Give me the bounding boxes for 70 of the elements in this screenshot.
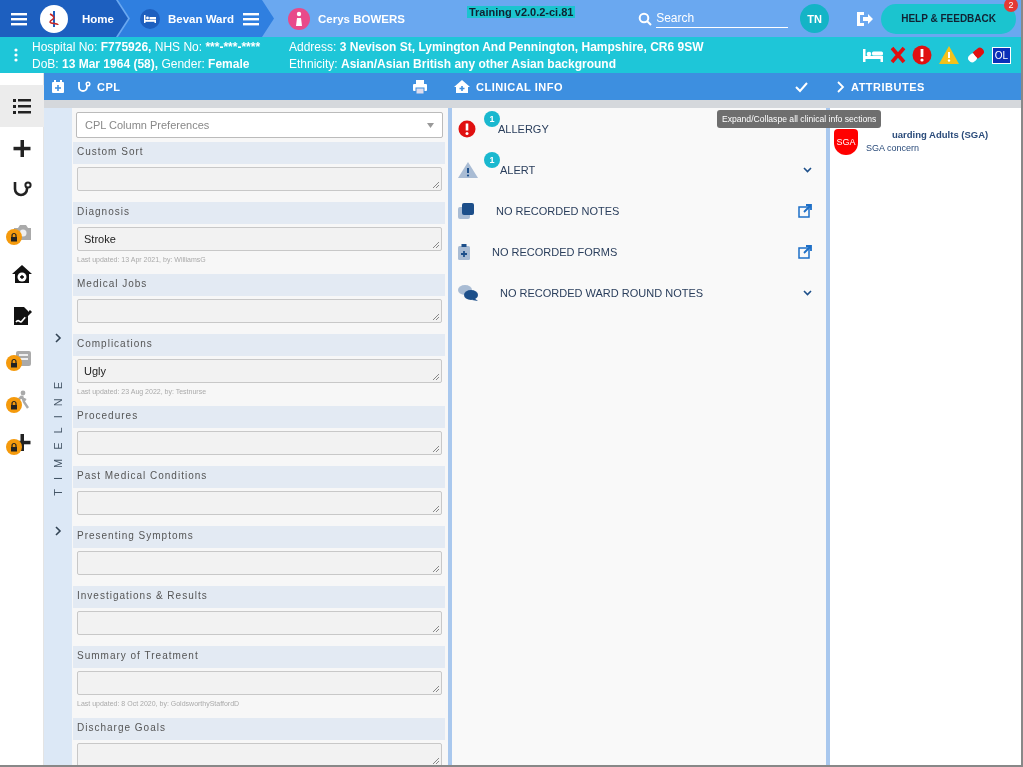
- notification-badge: 2: [1004, 0, 1018, 12]
- section-label: Summary of Treatment: [73, 646, 445, 668]
- logout-icon[interactable]: [855, 9, 874, 28]
- attribute-subtitle: SGA concern: [866, 143, 921, 153]
- warning-icon: [458, 160, 478, 179]
- attribute-title[interactable]: uarding Adults (SGA): [892, 129, 989, 140]
- version-label: Training v2.0.2-ci.81: [466, 6, 576, 18]
- patient-detail: DoB: 13 Mar 1964 (58), Gender: Female: [32, 56, 251, 71]
- chevron-right-icon[interactable]: [54, 333, 62, 343]
- section-label: Complications: [73, 334, 445, 356]
- panel-title: CLINICAL INFO: [476, 80, 563, 93]
- section-label: Procedures: [73, 406, 445, 428]
- section-label: Diagnosis: [73, 202, 445, 224]
- chevron-down-icon[interactable]: [803, 166, 812, 173]
- calendar-plus-icon[interactable]: [51, 79, 65, 94]
- bed-icon: [861, 46, 884, 64]
- flag-label: OL: [991, 46, 1011, 64]
- section-label: Custom Sort: [73, 142, 445, 164]
- panel-title: CPL: [97, 80, 121, 93]
- search-field[interactable]: Search: [656, 9, 789, 28]
- chat-bubbles-icon: [458, 284, 478, 301]
- lock-icon: [9, 442, 18, 452]
- text-area[interactable]: Ugly: [77, 359, 442, 383]
- lock-icon: [9, 400, 18, 410]
- section-label: Presenting Symptoms: [73, 526, 445, 548]
- lock-icon: [9, 232, 18, 242]
- chevron-down-icon[interactable]: [803, 289, 812, 296]
- bed-icon: [139, 8, 160, 29]
- person-icon: [288, 7, 310, 30]
- check-icon[interactable]: [795, 80, 808, 93]
- section-title[interactable]: NO RECORDED WARD ROUND NOTES: [500, 286, 803, 299]
- preferences-dropdown[interactable]: CPL Column Preferences: [76, 112, 443, 138]
- patient-detail: Ethnicity: Asian/Asian British any other Asian background: [289, 56, 617, 71]
- external-link-icon[interactable]: [798, 244, 812, 259]
- breadcrumb[interactable]: Bevan Ward: [117, 0, 274, 37]
- more-icon: [14, 47, 18, 63]
- allergy-icon: [911, 45, 932, 65]
- help-button[interactable]: HELP & FEEDBACK 2: [881, 3, 1016, 34]
- timeline-label: TIMELINE: [52, 373, 64, 496]
- print-icon[interactable]: [412, 78, 428, 95]
- external-link-icon[interactable]: [798, 203, 812, 218]
- section-title[interactable]: NO RECORDED FORMS: [492, 245, 798, 258]
- section-title[interactable]: NO RECORDED NOTES: [496, 204, 798, 217]
- search-icon: [638, 11, 653, 26]
- pill-icon: [965, 45, 986, 65]
- warning-icon: [937, 45, 960, 65]
- allergy-icon: [458, 119, 476, 138]
- count-badge: 1: [484, 152, 500, 168]
- cross-icon: [889, 46, 906, 64]
- section-label: Medical Jobs: [73, 274, 445, 296]
- text-area[interactable]: Stroke: [77, 227, 442, 251]
- count-badge: 1: [484, 111, 500, 127]
- patient-detail: Address: 3 Nevison St, Lymington And Pennington, Hampshire, CR6 9SW: [289, 39, 704, 54]
- tooltip: Expand/Collaspe all clinical info sections: [717, 110, 882, 128]
- chevron-right-icon[interactable]: [54, 525, 62, 536]
- lock-icon: [9, 358, 18, 368]
- section-title[interactable]: ALERT: [500, 163, 803, 176]
- dropdown-caret-icon: [427, 122, 434, 128]
- sidebar-item[interactable]: [0, 85, 44, 127]
- panel-title: ATTRIBUTES: [851, 80, 925, 93]
- section-label: Past Medical Conditions: [73, 466, 445, 488]
- notes-icon: [458, 202, 474, 219]
- home-plus-icon: [10, 263, 33, 285]
- sga-badge: SGA: [834, 129, 858, 155]
- section-label: Investigations & Results: [73, 586, 445, 608]
- clipboard-plus-icon: [458, 243, 470, 260]
- patient-detail: Hospital No: F775926, NHS No: ***-***-****: [32, 39, 262, 54]
- stethoscope-icon: [76, 79, 91, 94]
- section-label: Discharge Goals: [73, 718, 445, 740]
- breadcrumb[interactable]: Home: [0, 0, 128, 37]
